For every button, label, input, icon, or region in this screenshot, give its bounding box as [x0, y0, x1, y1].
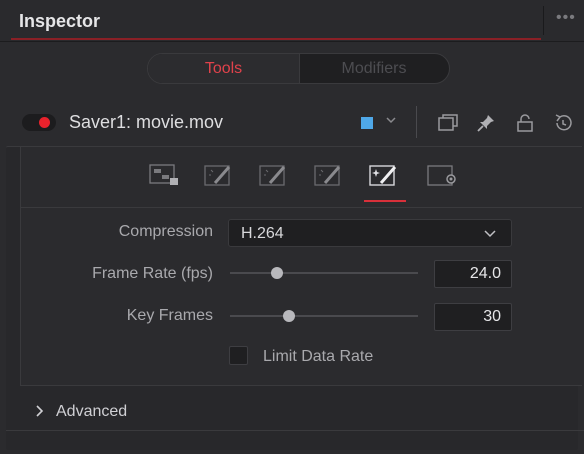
compression-select[interactable]: H.264: [228, 219, 512, 247]
frame-rate-input[interactable]: 24.0: [434, 260, 512, 288]
limit-data-rate-label: Limit Data Rate: [263, 348, 374, 365]
wand-icon[interactable]: [258, 163, 290, 189]
color-swatch[interactable]: [361, 117, 373, 129]
magic-wand-icon[interactable]: [368, 163, 400, 189]
title-underline: [11, 38, 541, 40]
wand-icon[interactable]: [203, 163, 235, 189]
chevron-down-icon: [483, 226, 497, 240]
frame-rate-label: Frame Rate (fps): [92, 265, 213, 282]
settings-icon[interactable]: [426, 163, 458, 189]
lock-icon[interactable]: [514, 112, 536, 134]
reset-icon[interactable]: [552, 112, 574, 134]
tab-modifiers[interactable]: Modifiers: [299, 54, 449, 83]
wand-icon[interactable]: [313, 163, 345, 189]
divider: [21, 207, 582, 208]
tab-tools[interactable]: Tools: [148, 54, 300, 83]
chevron-right-icon[interactable]: [35, 404, 45, 421]
inspector-title: Inspector: [19, 11, 101, 31]
tool-enable-toggle[interactable]: [22, 114, 56, 131]
key-frames-slider[interactable]: [230, 315, 418, 317]
file-tab-icon[interactable]: [148, 163, 180, 189]
header-divider: [416, 106, 417, 138]
inspector-tabs: Tools Modifiers: [147, 53, 450, 84]
compression-value: H.264: [241, 225, 284, 242]
toggle-indicator: [39, 117, 50, 128]
tool-name: Saver1: movie.mov: [69, 112, 224, 132]
active-tab-indicator: [364, 200, 406, 202]
header-divider: [543, 6, 544, 35]
advanced-section-header[interactable]: Advanced: [56, 403, 127, 421]
key-frames-input[interactable]: 30: [434, 303, 512, 331]
divider: [21, 385, 582, 386]
divider: [6, 430, 584, 431]
compression-label: Compression: [118, 223, 213, 240]
more-horizontal-icon[interactable]: •••: [556, 9, 576, 27]
frame-rate-slider-handle[interactable]: [271, 267, 283, 279]
key-frames-slider-handle[interactable]: [283, 310, 295, 322]
chevron-down-icon[interactable]: [385, 114, 397, 129]
view-mode-icon[interactable]: [437, 112, 459, 134]
limit-data-rate-checkbox[interactable]: [229, 346, 248, 365]
key-frames-label: Key Frames: [126, 307, 213, 324]
inspector-header: Inspector •••: [0, 0, 584, 42]
frame-rate-slider[interactable]: [230, 272, 418, 274]
pin-icon[interactable]: [475, 112, 497, 134]
